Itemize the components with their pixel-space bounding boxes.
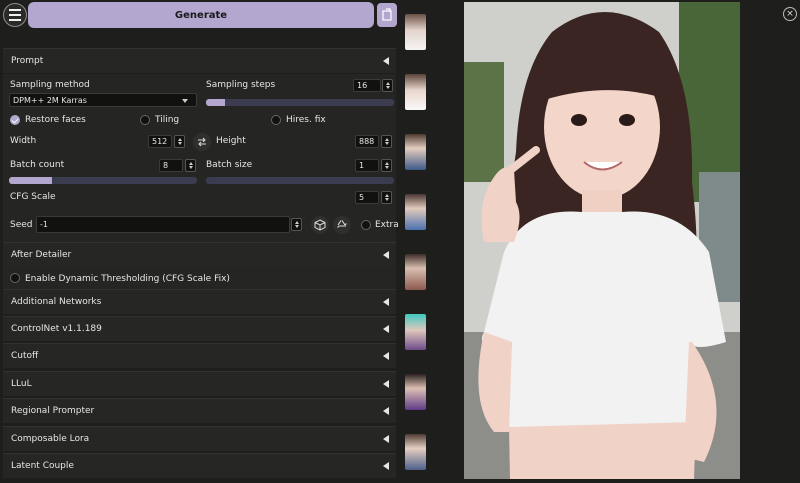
after-detailer-accordion[interactable]: After Detailer — [3, 242, 396, 267]
hires-fix-label: Hires. fix — [286, 115, 326, 125]
composable-lora-label: Composable Lora — [11, 434, 90, 444]
sync-icon — [382, 8, 392, 21]
generate-button[interactable]: Generate — [28, 2, 374, 28]
swap-dimensions-button[interactable] — [193, 133, 211, 151]
triangle-left-icon — [383, 251, 389, 259]
regional-prompter-label: Regional Prompter — [11, 406, 95, 416]
triangle-left-icon — [383, 462, 389, 470]
height-spinner[interactable] — [381, 135, 392, 148]
menu-icon — [9, 8, 21, 23]
regional-prompter-accordion[interactable]: Regional Prompter — [3, 398, 396, 423]
preview-image — [464, 2, 740, 479]
controlnet-accordion[interactable]: ControlNet v1.1.189 — [3, 316, 396, 341]
latent-couple-accordion[interactable]: Latent Couple — [3, 453, 396, 478]
batch-size-slider[interactable] — [206, 177, 394, 184]
gallery-thumbnail[interactable] — [405, 374, 426, 410]
cfg-scale-spinner[interactable] — [381, 191, 392, 204]
extra-seed-label: Extra — [375, 220, 399, 230]
sampling-method-value: DPM++ 2M Karras — [13, 95, 87, 105]
triangle-left-icon — [383, 325, 389, 333]
sampling-steps-label: Sampling steps — [206, 80, 276, 90]
close-button[interactable]: × — [783, 7, 797, 21]
dynamic-thresholding-label: Enable Dynamic Thresholding (CFG Scale F… — [25, 274, 230, 284]
gallery-thumbnail[interactable] — [405, 134, 426, 170]
width-label: Width — [10, 136, 37, 146]
sampling-method-label: Sampling method — [10, 80, 90, 90]
close-icon: × — [786, 8, 794, 19]
after-detailer-label: After Detailer — [11, 250, 72, 260]
chevron-down-icon — [182, 99, 188, 103]
dice-icon — [314, 219, 326, 231]
triangle-left-icon — [383, 298, 389, 306]
additional-networks-accordion[interactable]: Additional Networks — [3, 289, 396, 314]
gallery-thumbnail[interactable] — [405, 74, 426, 110]
sampling-steps-slider-fill — [206, 99, 225, 106]
cutoff-label: Cutoff — [11, 351, 39, 361]
recycle-icon — [337, 220, 347, 228]
batch-count-spinner[interactable] — [185, 159, 196, 172]
cfg-scale-input[interactable]: 5 — [355, 191, 379, 204]
gallery-thumbnail[interactable] — [405, 434, 426, 470]
llul-label: LLuL — [11, 379, 32, 389]
triangle-left-icon — [383, 380, 389, 388]
additional-networks-label: Additional Networks — [11, 297, 102, 307]
triangle-left-icon — [383, 352, 389, 360]
gallery-thumbnail[interactable] — [405, 194, 426, 230]
reuse-seed-button[interactable] — [333, 216, 351, 234]
seed-input[interactable]: -1 — [36, 216, 290, 233]
sampling-steps-input[interactable]: 16 — [353, 79, 381, 92]
batch-size-label: Batch size — [206, 160, 253, 170]
sampling-method-select[interactable]: DPM++ 2M Karras — [9, 93, 197, 107]
batch-size-input[interactable]: 1 — [355, 159, 379, 172]
prompt-accordion[interactable]: Prompt — [3, 48, 396, 73]
height-label: Height — [216, 136, 246, 146]
gallery-thumbnail[interactable] — [405, 314, 426, 350]
gallery-thumbnail[interactable] — [405, 254, 426, 290]
triangle-left-icon — [383, 407, 389, 415]
cfg-scale-label: CFG Scale — [10, 192, 56, 202]
dynamic-thresholding-checkbox[interactable] — [10, 273, 20, 283]
sampling-steps-spinner[interactable] — [382, 79, 393, 92]
cutoff-accordion[interactable]: Cutoff — [3, 343, 396, 368]
restore-faces-label: Restore faces — [25, 115, 86, 125]
triangle-left-icon — [383, 435, 389, 443]
batch-count-slider[interactable] — [9, 177, 197, 184]
width-input[interactable]: 512 — [148, 135, 172, 148]
width-spinner[interactable] — [174, 135, 185, 148]
seed-label: Seed — [10, 220, 33, 230]
batch-count-slider-fill — [9, 177, 53, 184]
swap-icon — [198, 137, 206, 147]
llul-accordion[interactable]: LLuL — [3, 371, 396, 396]
seed-spinner[interactable] — [291, 218, 302, 231]
restore-faces-checkbox[interactable] — [10, 115, 20, 125]
extra-seed-checkbox[interactable] — [361, 220, 371, 230]
triangle-left-icon — [383, 57, 389, 65]
menu-button[interactable] — [3, 3, 27, 27]
sampling-steps-slider[interactable] — [206, 99, 394, 106]
tiling-label: Tiling — [155, 115, 180, 125]
batch-size-spinner[interactable] — [381, 159, 392, 172]
controlnet-label: ControlNet v1.1.189 — [11, 324, 102, 334]
tiling-checkbox[interactable] — [140, 115, 150, 125]
height-input[interactable]: 888 — [355, 135, 379, 148]
batch-count-input[interactable]: 8 — [159, 159, 183, 172]
preview-image-illustration — [464, 2, 740, 479]
sync-button[interactable] — [377, 3, 397, 27]
hires-fix-checkbox[interactable] — [271, 115, 281, 125]
gallery-thumbnail[interactable] — [405, 14, 426, 50]
batch-count-label: Batch count — [10, 160, 65, 170]
latent-couple-label: Latent Couple — [11, 461, 74, 471]
composable-lora-accordion[interactable]: Composable Lora — [3, 426, 396, 451]
random-seed-button[interactable] — [311, 216, 329, 234]
prompt-label: Prompt — [11, 56, 44, 66]
